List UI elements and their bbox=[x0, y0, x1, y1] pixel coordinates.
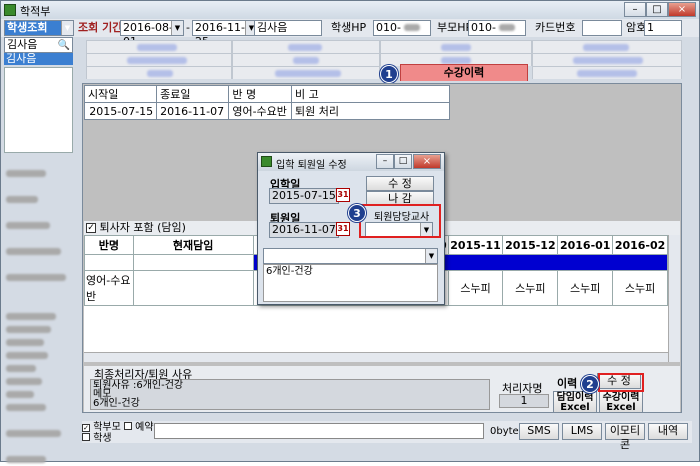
dialog-close-button[interactable]: × bbox=[413, 154, 441, 169]
chevron-down-icon: ▼ bbox=[171, 21, 183, 35]
handler-field[interactable]: 1 bbox=[499, 394, 549, 408]
chevron-down-icon: ▼ bbox=[425, 249, 437, 263]
parent-hp-label: 부모HP bbox=[437, 21, 473, 34]
card-number-label: 카드번호 bbox=[535, 21, 576, 34]
dialog-maximize-button[interactable]: □ bbox=[394, 154, 412, 169]
include-retired-checkbox[interactable]: ✓ bbox=[86, 223, 96, 233]
close-button[interactable]: × bbox=[668, 2, 696, 17]
search-toolbar: 학생조회▼ 조회 기간 2016-08-01▼ - 2016-11-25▼ 김사… bbox=[1, 19, 699, 48]
grid-header: 2015-12 bbox=[502, 235, 559, 255]
callout-badge-3: 3 bbox=[348, 204, 366, 222]
tab-blurred-6[interactable] bbox=[232, 53, 380, 66]
emoticon-button[interactable]: 이모티콘 bbox=[605, 423, 645, 451]
message-input[interactable] bbox=[154, 423, 484, 439]
tab-blurred-2[interactable] bbox=[232, 40, 380, 53]
student-checkbox[interactable] bbox=[82, 433, 90, 441]
search-input[interactable]: 김사음 🔍 bbox=[4, 37, 73, 53]
tab-blurred-9[interactable] bbox=[86, 66, 232, 79]
include-retired-label: 퇴사자 포함 (담임) bbox=[99, 221, 186, 234]
password-field[interactable]: 1 bbox=[644, 20, 682, 36]
callout-badge-2: 2 bbox=[581, 375, 599, 393]
entry-date-field[interactable]: 2015-07-15 bbox=[269, 188, 339, 204]
exit-date-field[interactable]: 2016-11-07 bbox=[269, 222, 339, 238]
blurred-left-controls bbox=[6, 167, 68, 466]
tab-blurred-4[interactable] bbox=[532, 40, 682, 53]
message-history-button[interactable]: 내역 bbox=[648, 423, 688, 440]
course-history-excel-button[interactable]: 수강이력 Excel bbox=[599, 391, 643, 413]
grid-header: 2016-02 bbox=[612, 235, 668, 255]
history-header: 비 고 bbox=[291, 85, 450, 103]
student-hp-label: 학생HP bbox=[331, 21, 367, 34]
left-panel: 김사음 🔍 김사음 bbox=[4, 37, 73, 463]
window-title: 학적부 bbox=[20, 5, 51, 18]
app-icon bbox=[4, 4, 16, 16]
dialog-edit-button[interactable]: 수 정 bbox=[366, 176, 434, 191]
dialog-minimize-button[interactable]: – bbox=[376, 154, 394, 169]
table-row[interactable]: 2015-07-15 2016-11-07 영어-수요반 퇴원 처리 bbox=[83, 102, 450, 120]
tab-blurred-10[interactable] bbox=[232, 66, 380, 79]
callout-badge-1: 1 bbox=[380, 65, 398, 83]
tab-blurred-11[interactable] bbox=[532, 66, 682, 79]
main-window: 학적부 – □ × 학생조회▼ 조회 기간 2016-08-01▼ - 2016… bbox=[0, 0, 700, 463]
grid-header: 현재담임 bbox=[132, 235, 254, 255]
teacher-history-excel-button[interactable]: 담임이력 Excel bbox=[553, 391, 597, 413]
chevron-down-icon: ▼ bbox=[61, 21, 73, 35]
grid-header: 2015-11 bbox=[447, 235, 504, 255]
period-label: 조회 기간 bbox=[78, 21, 123, 34]
reason-select[interactable]: ▼ bbox=[263, 248, 438, 264]
history-label: 이력 bbox=[557, 377, 578, 390]
date-to-field[interactable]: 2016-11-25▼ bbox=[192, 20, 258, 48]
card-number-field[interactable] bbox=[582, 20, 622, 36]
student-list-item[interactable]: 김사음 bbox=[4, 53, 73, 65]
category-select[interactable]: 학생조회 ▼ bbox=[4, 20, 74, 36]
dialog-title-bar: 입학 퇴원일 수정 – □ × bbox=[258, 153, 444, 171]
highlight-teacher-select bbox=[359, 204, 441, 238]
student-name-field[interactable]: 김사음 bbox=[254, 20, 322, 36]
dialog-title: 입학 퇴원일 수정 bbox=[276, 160, 347, 171]
parent-checkbox[interactable]: ✓ bbox=[82, 424, 90, 432]
reason-text: 퇴원사유 :6개인-건강 메모 6개인-건강 bbox=[90, 379, 490, 410]
parent-hp-field[interactable]: 010- bbox=[468, 20, 526, 36]
tab-blurred-5[interactable] bbox=[86, 53, 232, 66]
grid-vscrollbar[interactable] bbox=[668, 235, 680, 362]
history-header: 반 명 bbox=[228, 85, 292, 103]
lms-button[interactable]: LMS bbox=[562, 423, 602, 440]
tab-blurred-3[interactable] bbox=[380, 40, 532, 53]
tab-course-history[interactable]: 수강이력 bbox=[400, 64, 528, 81]
grid-header: 2016-01 bbox=[557, 235, 614, 255]
highlight-edit-button bbox=[598, 373, 644, 392]
grid-header: 반명 bbox=[84, 235, 134, 255]
student-list[interactable] bbox=[4, 67, 73, 153]
reason-memo-field[interactable]: 6개인-건강 bbox=[263, 264, 438, 302]
app-icon bbox=[261, 156, 272, 167]
maximize-button[interactable]: □ bbox=[646, 2, 668, 17]
calendar-icon[interactable]: 31 bbox=[336, 222, 350, 236]
minimize-button[interactable]: – bbox=[624, 2, 646, 17]
history-table: 시작일 종료일 반 명 비 고 2015-07-15 2016-11-07 영어… bbox=[83, 85, 450, 120]
history-header: 종료일 bbox=[156, 85, 230, 103]
history-header: 시작일 bbox=[83, 85, 158, 103]
reserve-checkbox[interactable] bbox=[123, 422, 132, 430]
tab-blurred-8[interactable] bbox=[532, 53, 682, 66]
byte-count: 0byte bbox=[490, 426, 519, 437]
date-from-field[interactable]: 2016-08-01▼ bbox=[120, 20, 184, 48]
recipient-options: ✓ 학부모 예약 학생 bbox=[82, 422, 154, 444]
title-bar: 학적부 – □ × bbox=[1, 1, 699, 19]
calendar-icon[interactable]: 31 bbox=[336, 188, 350, 202]
sms-button[interactable]: SMS bbox=[519, 423, 559, 440]
student-hp-field[interactable]: 010- bbox=[373, 20, 431, 36]
message-bar: ✓ 학부모 예약 학생 0byte SMS LMS 이모티콘 내역 bbox=[82, 421, 692, 451]
tab-blurred-1[interactable] bbox=[86, 40, 232, 53]
search-icon[interactable]: 🔍 bbox=[58, 39, 70, 53]
grid-hscrollbar[interactable] bbox=[84, 352, 668, 362]
